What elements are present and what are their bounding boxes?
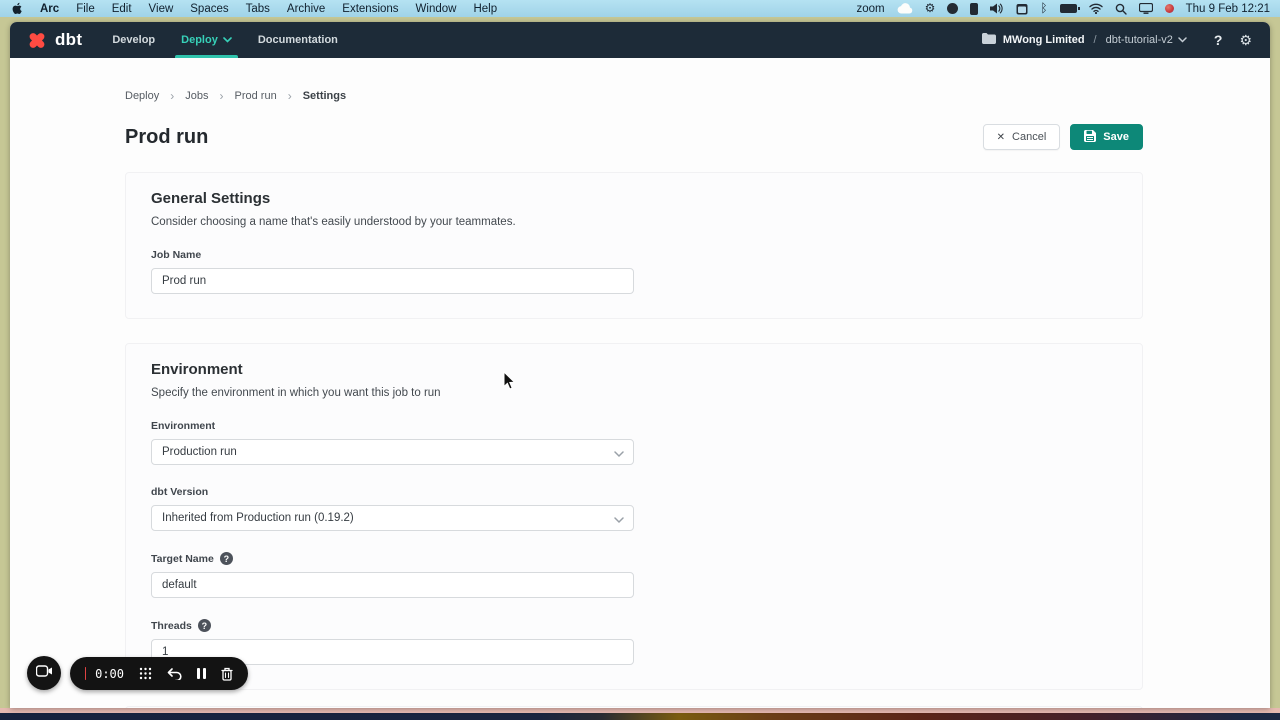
breadcrumb-jobs[interactable]: Jobs (185, 90, 208, 102)
environment-card: Environment Specify the environment in w… (125, 343, 1143, 690)
dark-circle-app-icon[interactable] (947, 2, 958, 15)
target-name-input[interactable] (151, 572, 634, 598)
environment-select-label: Environment (151, 420, 215, 432)
account-name[interactable]: MWong Limited (1003, 34, 1085, 46)
trash-icon[interactable] (221, 667, 233, 681)
job-name-label: Job Name (151, 249, 201, 261)
save-floppy-icon (1084, 130, 1096, 145)
apple-menu-icon[interactable] (12, 2, 23, 15)
nav-item-documentation[interactable]: Documentation (258, 22, 338, 58)
threads-help-icon[interactable]: ? (198, 619, 211, 632)
volume-icon[interactable] (990, 2, 1004, 15)
dbt-version-label: dbt Version (151, 486, 208, 498)
target-name-help-icon[interactable]: ? (220, 552, 233, 565)
environment-select[interactable]: Production run (151, 439, 634, 465)
threads-label: Threads (151, 620, 192, 632)
macos-menubar: Arc File Edit View Spaces Tabs Archive E… (0, 0, 1280, 17)
menu-app-name[interactable]: Arc (40, 3, 59, 15)
project-selector[interactable]: dbt-tutorial-v2 (1106, 34, 1187, 46)
breadcrumb-settings: Settings (303, 90, 346, 102)
breadcrumb-deploy[interactable]: Deploy (125, 90, 159, 102)
breadcrumb: Deploy › Jobs › Prod run › Settings (125, 58, 1143, 103)
menu-window[interactable]: Window (416, 3, 457, 15)
dbt-brand-name: dbt (55, 30, 82, 50)
help-icon[interactable]: ? (1214, 32, 1223, 48)
display-mirroring-icon[interactable] (1139, 2, 1153, 15)
tools-grid-icon[interactable] (139, 667, 152, 680)
job-name-input[interactable] (151, 268, 634, 294)
breadcrumb-separator: › (170, 89, 174, 103)
environment-variables-card: Environment Variables Job level override… (125, 706, 1143, 708)
target-name-label: Target Name (151, 553, 214, 565)
chevron-down-icon (614, 515, 624, 527)
menu-zoom-app[interactable]: zoom (857, 3, 885, 15)
general-settings-heading: General Settings (151, 190, 1117, 207)
menu-edit[interactable]: Edit (112, 3, 132, 15)
gear-menubar-icon[interactable]: ⚙ (925, 2, 936, 15)
environment-subheading: Specify the environment in which you wan… (151, 387, 1117, 399)
nav-item-deploy[interactable]: Deploy (181, 22, 232, 58)
save-button[interactable]: Save (1070, 124, 1143, 150)
menu-archive[interactable]: Archive (287, 3, 325, 15)
spotlight-search-icon[interactable] (1115, 2, 1127, 15)
general-settings-card: General Settings Consider choosing a nam… (125, 172, 1143, 319)
environment-heading: Environment (151, 361, 1117, 378)
bluetooth-icon[interactable]: ᛒ (1040, 2, 1047, 15)
breadcrumb-separator: › (288, 89, 292, 103)
breadcrumb-separator: › (220, 89, 224, 103)
settings-gear-icon[interactable]: ⚙ (1239, 33, 1252, 47)
menu-tabs[interactable]: Tabs (246, 3, 270, 15)
menu-spaces[interactable]: Spaces (190, 3, 228, 15)
menu-extensions[interactable]: Extensions (342, 3, 398, 15)
battery-vertical-icon[interactable] (970, 2, 978, 15)
page-body: Deploy › Jobs › Prod run › Settings Prod… (10, 58, 1270, 708)
menu-view[interactable]: View (149, 3, 174, 15)
dbt-brand[interactable]: dbt (26, 22, 82, 58)
browser-window: dbt Develop Deploy Documentation MWong L… (10, 22, 1270, 708)
battery-icon[interactable] (1060, 2, 1077, 15)
menu-help[interactable]: Help (473, 3, 497, 15)
cloud-icon[interactable] (897, 2, 913, 15)
pause-icon[interactable] (197, 668, 206, 679)
account-project-separator: / (1094, 34, 1097, 46)
wifi-icon[interactable] (1089, 2, 1103, 15)
screen-recording-indicator-icon[interactable] (1165, 2, 1174, 15)
dbt-version-select[interactable]: Inherited from Production run (0.19.2) (151, 505, 634, 531)
dbt-logo-icon (26, 29, 48, 51)
chevron-down-icon (1178, 34, 1187, 46)
chevron-down-icon (614, 449, 624, 461)
menu-file[interactable]: File (76, 3, 95, 15)
video-camera-icon (36, 664, 53, 682)
calendar-icon[interactable] (1016, 2, 1028, 15)
breadcrumb-prod-run[interactable]: Prod run (235, 90, 277, 102)
general-settings-subheading: Consider choosing a name that's easily u… (151, 216, 1117, 228)
wallpaper-bottom-strip (0, 713, 1280, 720)
folder-icon (982, 33, 996, 47)
recorder-camera-button[interactable] (27, 656, 61, 690)
dbt-navbar: dbt Develop Deploy Documentation MWong L… (10, 22, 1270, 58)
nav-item-develop[interactable]: Develop (112, 22, 155, 58)
recorder-toolbar: 0:00 (70, 657, 248, 690)
close-icon: ✕ (997, 132, 1005, 143)
recording-timer: 0:00 (95, 667, 124, 681)
undo-icon[interactable] (167, 668, 182, 680)
page-title: Prod run (125, 126, 208, 149)
chevron-down-icon (223, 34, 232, 46)
cancel-button[interactable]: ✕ Cancel (983, 124, 1061, 150)
menubar-clock[interactable]: Thu 9 Feb 12:21 (1186, 3, 1270, 15)
